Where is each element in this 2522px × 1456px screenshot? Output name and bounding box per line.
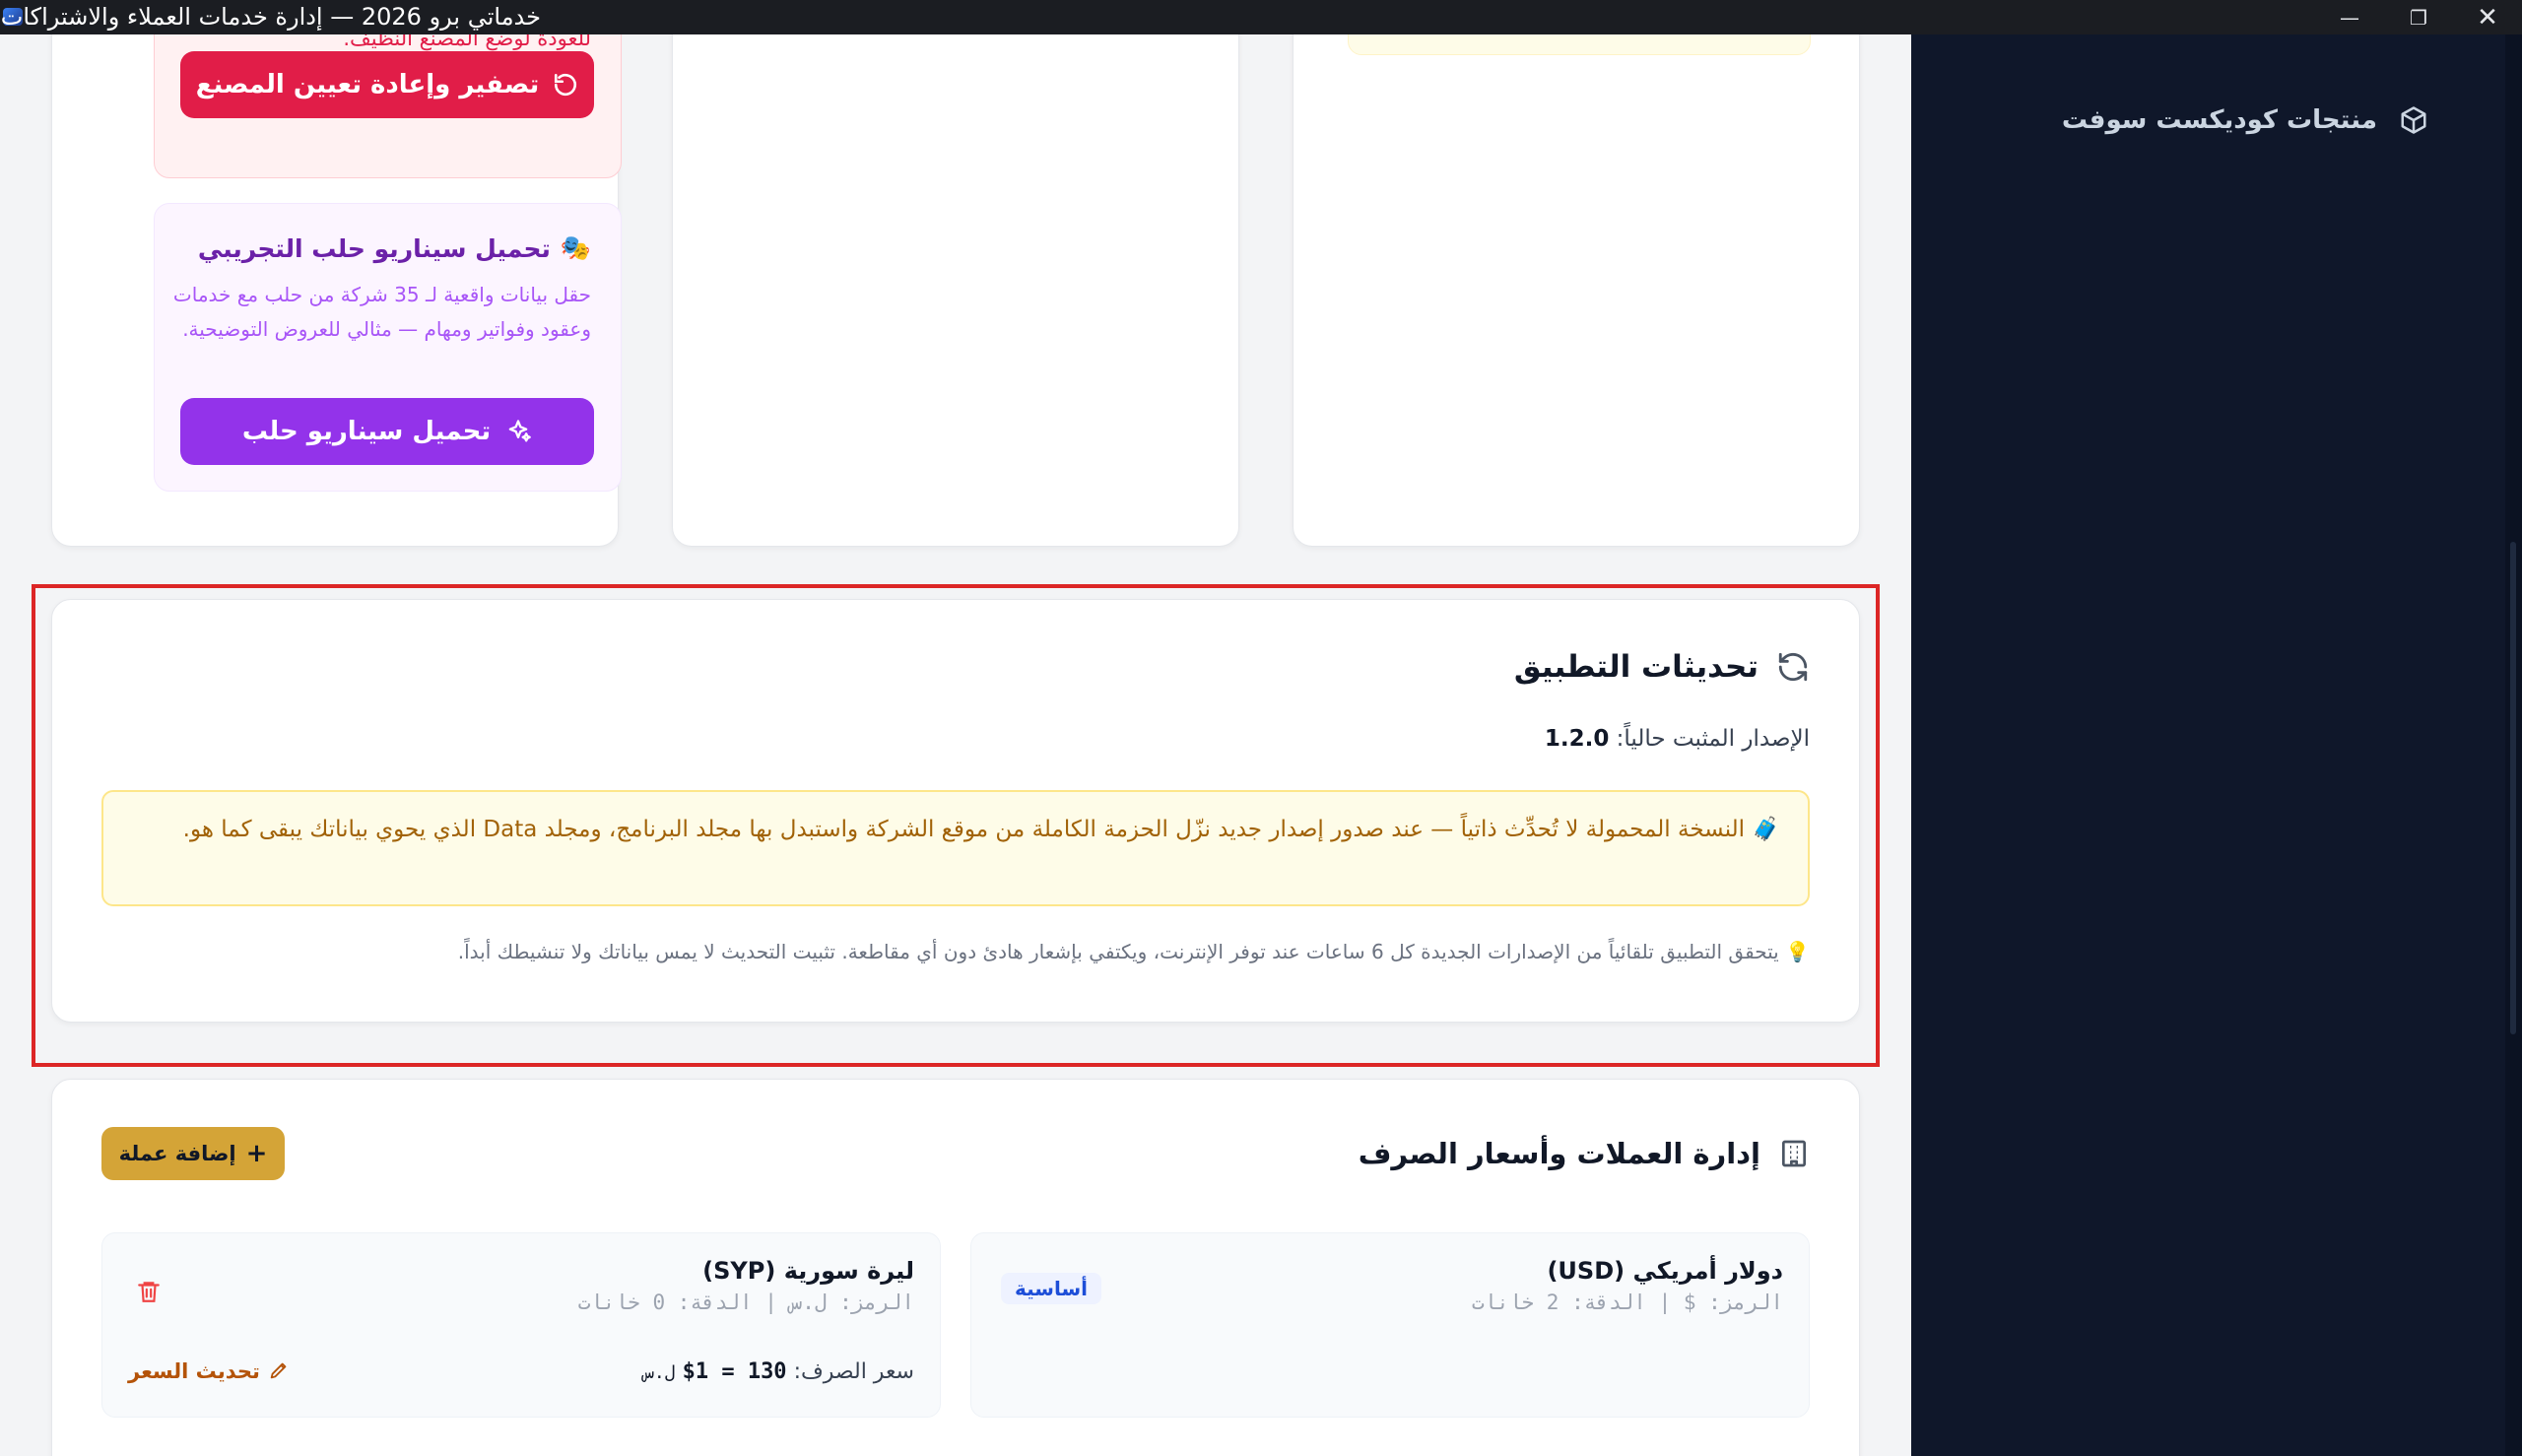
exchange-rate-unit: ل.س [643,1362,676,1383]
sparkles-icon [508,420,532,442]
building-icon [1782,1140,1806,1167]
update-rate-link[interactable]: تحديث السعر [128,1359,290,1383]
exchange-rate-label: سعر الصرف: [793,1359,914,1384]
currency-meta: الرمز: $ | الدقة: 2 خانات [1471,1291,1783,1314]
base-currency-badge: أساسية [1001,1273,1101,1304]
demo-scenario-description: حقل بيانات واقعية لـ 35 شركة من حلب مع خ… [172,283,591,341]
pencil-icon [270,1362,287,1379]
exchange-rate-value: $1 = 130 [682,1359,787,1384]
main-content: للعودة لوضع المصنع النظيف. تصفير وإعادة … [0,34,1911,1456]
currencies-title-text: إدارة العملات وأسعار الصرف [1358,1137,1760,1170]
currencies-card: إدارة العملات وأسعار الصرف + إضافة عملة … [51,1079,1860,1456]
currencies-title: إدارة العملات وأسعار الصرف [1359,1137,1810,1170]
sidebar-item-partial[interactable] [2212,17,2428,46]
notice-strip [1348,34,1811,55]
currency-card-usd: دولار أمريكي (USD) الرمز: $ | الدقة: 2 خ… [970,1232,1810,1418]
tools-card: للعودة لوضع المصنع النظيف. تصفير وإعادة … [51,34,622,547]
currency-name: دولار أمريكي (USD) [1547,1257,1783,1285]
demo-scenario-title-text: تحميل سيناريو حلب التجريبي [197,233,551,263]
settings-card-right [1293,34,1860,547]
load-demo-button[interactable]: تحميل سيناريو حلب [180,398,594,465]
sidebar: منتجات كوديكست سوفت [1911,34,2522,1456]
theater-icon: 🎭 [560,233,591,262]
plus-icon: + [245,1139,268,1168]
factory-reset-button[interactable]: تصفير وإعادة تعيين المصنع [180,51,594,118]
refresh-icon [555,73,577,97]
update-rate-label: تحديث السعر [128,1359,260,1383]
highlight-frame [32,584,1880,1067]
window-titlebar: خدماتي برو 2026 — إدارة خدمات العملاء وا… [0,0,2522,34]
trash-icon[interactable] [136,1277,162,1306]
exchange-rate: سعر الصرف: $1 = 130 ل.س [643,1359,914,1384]
currency-name: ليرة سورية (SYP) [702,1257,914,1285]
window-title: خدماتي برو 2026 — إدارة خدمات العملاء وا… [0,3,541,31]
add-currency-button[interactable]: + إضافة عملة [101,1127,285,1180]
scrollbar-thumb[interactable] [2510,542,2516,1034]
settings-card-middle [672,34,1239,547]
close-button[interactable]: ✕ [2453,0,2522,34]
box-icon [2399,105,2428,135]
add-currency-button-label: إضافة عملة [118,1142,236,1165]
sidebar-item-label: منتجات كوديكست سوفت [2061,105,2377,135]
currency-card-syp: ليرة سورية (SYP) الرمز: ل.س | الدقة: 0 خ… [101,1232,941,1418]
demo-scenario-title: 🎭 تحميل سيناريو حلب التجريبي [198,233,591,263]
sidebar-item-codexsoft-products[interactable]: منتجات كوديكست سوفت [2062,105,2428,135]
factory-reset-note: للعودة لوضع المصنع النظيف. [343,34,591,50]
load-demo-button-label: تحميل سيناريو حلب [241,417,492,446]
currency-meta: الرمز: ل.س | الدقة: 0 خانات [577,1291,914,1314]
factory-reset-button-label: تصفير وإعادة تعيين المصنع [195,70,540,99]
